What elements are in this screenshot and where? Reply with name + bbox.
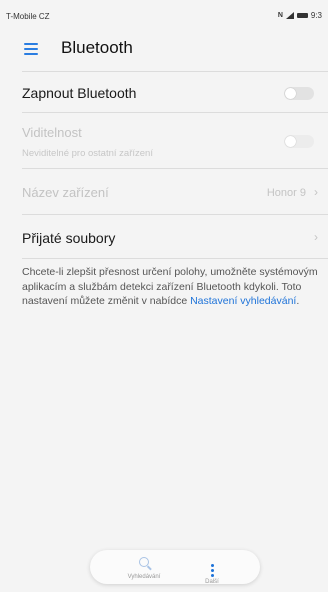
- visibility-switch[interactable]: [284, 135, 314, 148]
- received-files-row[interactable]: Přijaté soubory ›: [0, 216, 328, 260]
- received-files-label: Přijaté soubory: [22, 230, 116, 246]
- divider: [22, 112, 328, 113]
- signal-icon: [285, 12, 294, 19]
- chevron-right-icon: ›: [314, 185, 318, 199]
- divider: [22, 71, 328, 72]
- clock: 9:3: [310, 11, 322, 20]
- chevron-right-icon: ›: [314, 230, 318, 244]
- menu-icon[interactable]: [24, 43, 38, 55]
- bluetooth-toggle-label: Zapnout Bluetooth: [22, 85, 137, 101]
- more-label: Další: [205, 579, 219, 585]
- search-button[interactable]: Vyhledávání: [114, 554, 174, 580]
- divider: [22, 258, 328, 259]
- carrier-name: T-Mobile CZ: [6, 12, 50, 21]
- device-name-value: Honor 9: [266, 187, 306, 199]
- more-button[interactable]: Další: [182, 554, 242, 585]
- device-name-label: Název zařízení: [22, 185, 109, 200]
- visibility-label: Viditelnost: [22, 125, 82, 140]
- visibility-row[interactable]: Viditelnost Neviditelné pro ostatní zaří…: [0, 114, 328, 166]
- status-bar: T-Mobile CZ N 9:3: [0, 0, 328, 30]
- status-icons: N 9:3: [278, 11, 322, 20]
- battery-icon: [296, 13, 308, 18]
- bluetooth-switch[interactable]: [284, 87, 314, 100]
- nfc-icon: N: [277, 12, 283, 19]
- device-name-row[interactable]: Název zařízení Honor 9 ›: [0, 170, 328, 214]
- switch-knob: [285, 88, 296, 99]
- app-bar: Bluetooth: [0, 30, 328, 68]
- switch-knob: [285, 136, 296, 147]
- divider: [22, 168, 328, 169]
- info-end: .: [296, 295, 300, 307]
- bottom-action-bar: Vyhledávání Další: [90, 550, 260, 585]
- divider: [22, 214, 328, 215]
- info-text: Chcete-li zlepšit přesnost určení polohy…: [22, 265, 322, 309]
- page-title: Bluetooth: [61, 38, 133, 57]
- search-icon: [139, 557, 149, 567]
- more-vertical-icon: [210, 564, 214, 577]
- visibility-sub: Neviditelné pro ostatní zařízení: [22, 148, 153, 159]
- search-label: Vyhledávání: [127, 574, 161, 580]
- search-settings-link[interactable]: Nastavení vyhledávání: [190, 295, 296, 307]
- bluetooth-toggle-row[interactable]: Zapnout Bluetooth: [0, 74, 328, 112]
